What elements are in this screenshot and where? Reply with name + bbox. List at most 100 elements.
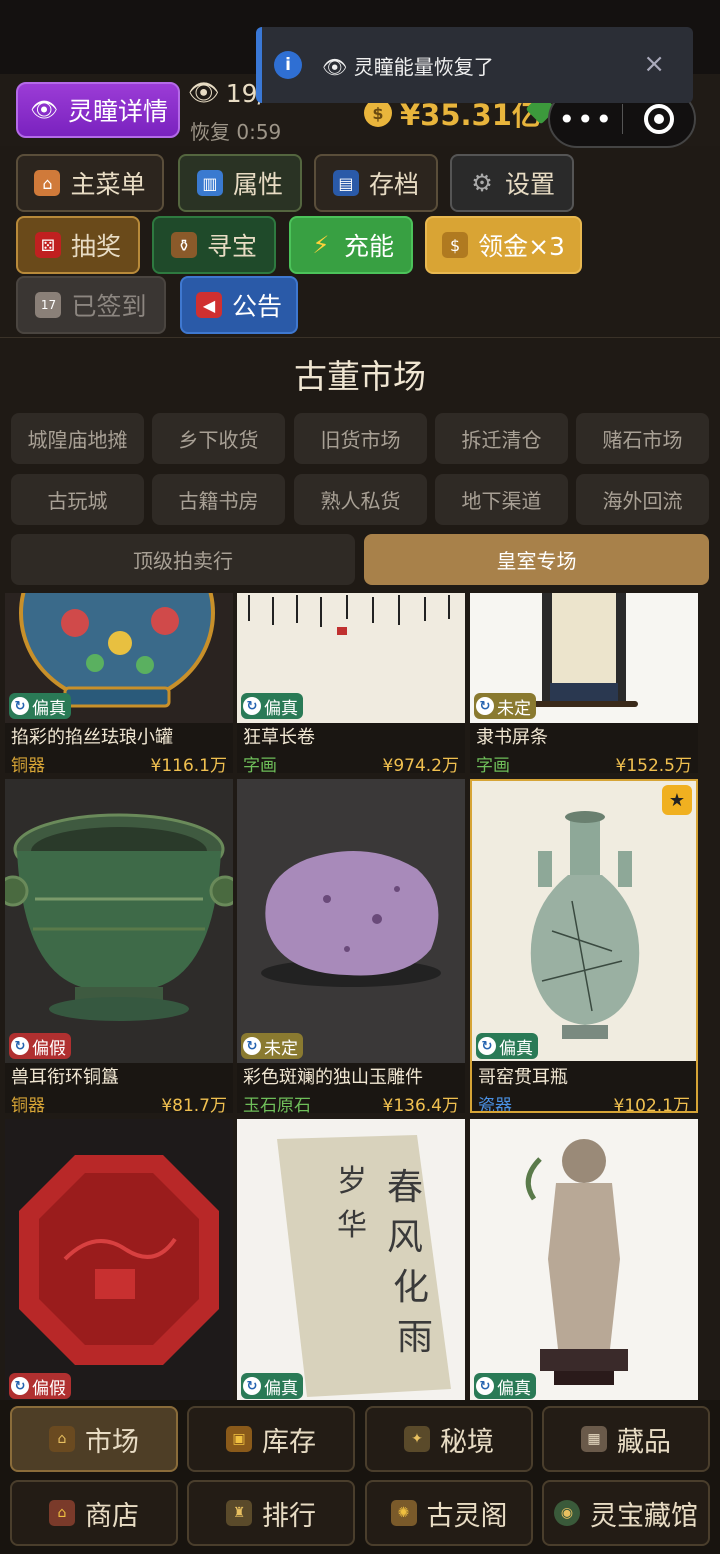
shop-icon: ⌂ — [49, 1500, 75, 1526]
nav-ancient-pavilion-label: 古灵阁 — [426, 1500, 508, 1532]
refresh-icon: ↻ — [11, 1037, 29, 1055]
location-chip[interactable]: 旧货市场 — [294, 413, 427, 464]
item-name: 隶书屏条 — [476, 727, 548, 748]
notice-button[interactable]: ◀ 公告 — [180, 276, 298, 334]
location-chip[interactable]: 拆迁清仓 — [435, 413, 568, 464]
authenticity-label: 偏真 — [32, 698, 66, 719]
item-card[interactable]: ↻ 未定 彩色斑斓的独山玉雕件 玉石原石 ¥136.4万 — [237, 779, 465, 1113]
item-name: 兽耳衔环铜簋 — [11, 1067, 119, 1088]
item-image: 春 风 化 雨 岁 华 — [237, 1119, 465, 1403]
location-chip[interactable]: 古籍书房 — [152, 474, 285, 525]
item-price: ¥116.1万 — [150, 756, 227, 773]
nav-secret-realm[interactable]: ✦ 秘境 — [365, 1406, 533, 1472]
eye-details-label: 灵瞳详情 — [67, 97, 168, 126]
market-stall-icon: ⌂ — [49, 1426, 75, 1452]
item-price: ¥974.2万 — [382, 756, 459, 773]
money-bag-icon: $ — [364, 99, 392, 127]
authenticity-badge: ↻ 未定 — [474, 693, 536, 719]
dice-icon: ⚄ — [34, 232, 61, 258]
item-image — [5, 779, 233, 1063]
authenticity-badge: ↻ 偏真 — [241, 693, 303, 719]
charge-button[interactable]: ⚡ 充能 — [289, 216, 413, 274]
authenticity-badge: ↻ 偏假 — [9, 1033, 71, 1059]
location-chip[interactable]: 地下渠道 — [435, 474, 568, 525]
item-name: 狂草长卷 — [243, 727, 315, 748]
scroll-character: 雨 — [397, 1317, 433, 1358]
nav-collection[interactable]: ▦ 藏品 — [542, 1406, 710, 1472]
toast-text: 灵瞳能量恢复了 — [353, 54, 494, 79]
refresh-icon: ↻ — [478, 1037, 496, 1055]
location-chip[interactable]: 赌石市场 — [576, 413, 709, 464]
authenticity-label: 偏假 — [32, 1378, 66, 1399]
main-menu-button[interactable]: ⌂ 主菜单 — [16, 154, 164, 212]
close-icon[interactable]: × — [643, 49, 665, 79]
charge-label: 充能 — [343, 232, 394, 261]
scroll-character: 春 — [387, 1167, 423, 1208]
nav-secret-realm-label: 秘境 — [440, 1426, 494, 1458]
item-price: ¥81.7万 — [161, 1096, 227, 1113]
royal-special-tab[interactable]: 皇室专场 — [364, 534, 709, 585]
location-chip[interactable]: 古玩城 — [11, 474, 144, 525]
authenticity-label: 偏真 — [264, 698, 298, 719]
refresh-icon: ↻ — [243, 697, 261, 715]
authenticity-label: 未定 — [264, 1038, 298, 1059]
nav-ranking[interactable]: ♜ 排行 — [187, 1480, 355, 1546]
dragon-icon: ✦ — [404, 1426, 430, 1452]
item-category: 铜器 — [11, 756, 45, 773]
item-category: 字画 — [243, 756, 277, 773]
signed-in-button[interactable]: 17 已签到 — [16, 276, 166, 334]
claim-gold-button[interactable]: $ 领金×3 — [425, 216, 582, 274]
save-button[interactable]: ▤ 存档 — [314, 154, 438, 212]
more-options-icon[interactable]: ••• — [550, 103, 622, 136]
attributes-button[interactable]: ▥ 属性 — [178, 154, 302, 212]
authenticity-label: 偏假 — [32, 1038, 66, 1059]
item-card[interactable]: ↻ 偏真 掐彩的掐丝珐琅小罐 铜器 ¥116.1万 — [5, 593, 233, 773]
lottery-button[interactable]: ⚄ 抽奖 — [16, 216, 140, 274]
item-price: ¥102.1万 — [613, 1096, 690, 1113]
item-card[interactable]: ↻ 偏真 狂草长卷 字画 ¥974.2万 — [237, 593, 465, 773]
item-price: ¥152.5万 — [615, 756, 692, 773]
scroll-character: 岁 — [337, 1164, 367, 1199]
app-screen: 👁 灵瞳详情 👁 19/ 恢复 0:59 $ ¥35.31亿 1043 ••• … — [0, 0, 720, 1554]
energy-counter: 👁 19/ — [188, 78, 266, 108]
treasure-chest-icon: ▣ — [226, 1426, 252, 1452]
chart-icon: ▥ — [196, 170, 223, 196]
item-card[interactable]: ↻ 偏真 — [470, 1119, 698, 1403]
authenticity-badge: ↻ 偏真 — [474, 1373, 536, 1399]
nav-ancient-pavilion[interactable]: ✺ 古灵阁 — [365, 1480, 533, 1546]
main-menu-label: 主菜单 — [70, 170, 146, 199]
item-category: 瓷器 — [478, 1096, 512, 1113]
location-chip[interactable]: 城隍庙地摊 — [11, 413, 144, 464]
nav-shop[interactable]: ⌂ 商店 — [10, 1480, 178, 1546]
item-category: 玉石原石 — [243, 1096, 311, 1113]
auction-house-tab[interactable]: 顶级拍卖行 — [11, 534, 355, 585]
authenticity-label: 偏真 — [499, 1038, 533, 1059]
calendar-icon: 17 — [35, 292, 62, 318]
item-image — [470, 1119, 698, 1403]
location-chip[interactable]: 乡下收货 — [152, 413, 285, 464]
lottery-label: 抽奖 — [70, 232, 121, 261]
gear-icon: ⚙ — [471, 169, 493, 197]
location-chip[interactable]: 熟人私货 — [294, 474, 427, 525]
item-card[interactable]: 春 风 化 雨 岁 华 ↻ 偏真 — [237, 1119, 465, 1403]
authenticity-label: 偏真 — [497, 1378, 531, 1399]
nav-market[interactable]: ⌂ 市场 — [10, 1406, 178, 1472]
nav-inventory[interactable]: ▣ 库存 — [187, 1406, 355, 1472]
item-card[interactable]: ↻ 偏假 兽耳衔环铜簋 铜器 ¥81.7万 — [5, 779, 233, 1113]
eye-details-button[interactable]: 👁 灵瞳详情 — [16, 82, 180, 138]
location-chip[interactable]: 海外回流 — [576, 474, 709, 525]
recover-timer: 恢复 0:59 — [190, 120, 282, 144]
close-mini-program-button[interactable] — [623, 104, 694, 134]
item-card[interactable]: ↻ 偏假 — [5, 1119, 233, 1403]
settings-button[interactable]: ⚙ 设置 — [450, 154, 574, 212]
nav-treasure-museum[interactable]: ◉ 灵宝藏馆 — [542, 1480, 710, 1546]
refresh-icon: ↻ — [11, 697, 29, 715]
item-card-featured[interactable]: ★ ↻ 偏真 哥窑贯耳瓶 瓷器 ¥102.1万 — [470, 779, 698, 1113]
treasure-hunt-button[interactable]: ⚱ 寻宝 — [152, 216, 276, 274]
item-card[interactable]: ↻ 未定 隶书屏条 字画 ¥152.5万 — [470, 593, 698, 773]
scroll-character: 化 — [393, 1267, 429, 1308]
toast-message: 👁 灵瞳能量恢复了 — [322, 51, 494, 80]
trophy-icon: ♜ — [226, 1500, 252, 1526]
refresh-icon: ↻ — [476, 1377, 494, 1395]
eye-icon: 👁 — [30, 97, 58, 123]
